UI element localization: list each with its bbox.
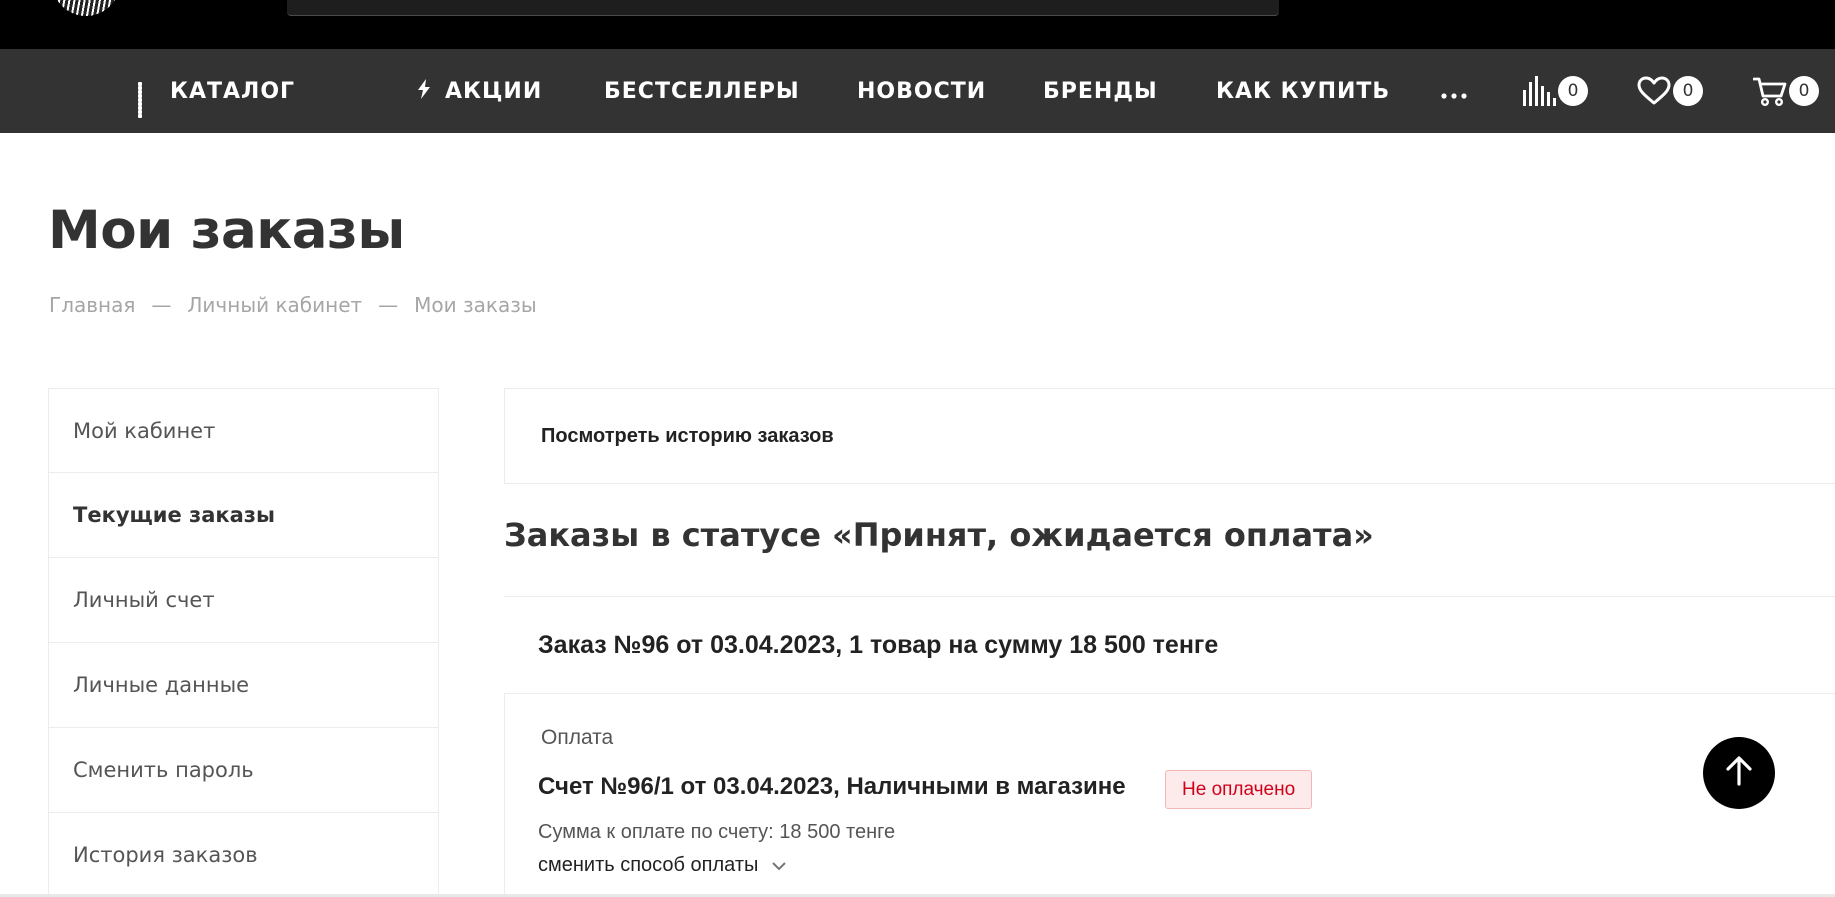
scroll-to-top-button[interactable] — [1703, 737, 1775, 809]
breadcrumb-separator: — — [378, 293, 399, 317]
payment-sum: Сумма к оплате по счету: 18 500 тенге — [538, 821, 896, 843]
nav-item-label: БРЕНДЫ — [1043, 78, 1158, 104]
main-navigation: КАТАЛОГ АКЦИИ БЕСТСЕЛЛЕРЫ НОВОСТИ БРЕНДЫ… — [0, 49, 1835, 133]
more-dots-icon — [1441, 76, 1467, 106]
order-status-heading: Заказы в статусе «Принят, ожидается опла… — [504, 516, 1374, 554]
arrow-up-icon — [1726, 755, 1752, 791]
change-payment-method-link[interactable]: сменить способ оплаты — [538, 854, 787, 877]
breadcrumb-account[interactable]: Личный кабинет — [187, 293, 362, 317]
nav-item-label: КАК КУПИТЬ — [1216, 78, 1391, 104]
page-title: Мои заказы — [48, 200, 405, 261]
breadcrumb-current: Мои заказы — [414, 293, 537, 317]
breadcrumb: Главная — Личный кабинет — Мои заказы — [49, 293, 537, 317]
sidebar-item-order-history[interactable]: История заказов — [48, 813, 439, 897]
chevron-down-icon — [772, 854, 787, 877]
nav-item-label: НОВОСТИ — [857, 78, 987, 104]
top-header-bar — [0, 0, 1835, 49]
order-history-panel: Посмотреть историю заказов — [504, 388, 1835, 484]
sidebar-item-my-account[interactable]: Мой кабинет — [48, 388, 439, 473]
sidebar-item-current-orders[interactable]: Текущие заказы — [48, 473, 439, 558]
grid-icon — [138, 82, 156, 118]
view-order-history-link[interactable]: Посмотреть историю заказов — [541, 425, 834, 448]
nav-item-brands[interactable]: БРЕНДЫ — [1043, 49, 1158, 133]
nav-catalog-button[interactable]: КАТАЛОГ — [138, 49, 295, 133]
cart-icon — [1753, 76, 1787, 106]
payment-label: Оплата — [541, 726, 614, 749]
sidebar-item-change-password[interactable]: Сменить пароль — [48, 728, 439, 813]
breadcrumb-home[interactable]: Главная — [49, 293, 135, 317]
sidebar-item-personal-account[interactable]: Личный счет — [48, 558, 439, 643]
nav-item-label: БЕСТСЕЛЛЕРЫ — [604, 78, 800, 104]
favorites-button[interactable]: 0 — [1637, 49, 1703, 133]
sidebar-item-personal-data[interactable]: Личные данные — [48, 643, 439, 728]
nav-more-button[interactable] — [1441, 49, 1467, 133]
lightning-icon — [417, 78, 431, 104]
favorites-count-badge: 0 — [1673, 76, 1703, 106]
logo[interactable] — [52, 0, 120, 16]
heart-icon — [1637, 76, 1671, 106]
change-payment-label: сменить способ оплаты — [538, 854, 759, 876]
breadcrumb-separator: — — [151, 293, 172, 317]
invoice-title: Счет №96/1 от 03.04.2023, Наличными в ма… — [538, 773, 1126, 800]
cart-count-badge: 0 — [1789, 76, 1819, 106]
nav-item-news[interactable]: НОВОСТИ — [857, 49, 986, 133]
cart-button[interactable]: 0 — [1753, 49, 1819, 133]
nav-catalog-label: КАТАЛОГ — [170, 78, 296, 104]
nav-item-label: АКЦИИ — [445, 78, 543, 104]
compare-bars-icon — [1522, 76, 1556, 106]
nav-item-how-to-buy[interactable]: КАК КУПИТЬ — [1216, 49, 1390, 133]
order-title: Заказ №96 от 03.04.2023, 1 товар на сумм… — [538, 630, 1219, 659]
nav-item-bestsellers[interactable]: БЕСТСЕЛЛЕРЫ — [604, 49, 800, 133]
nav-item-promotions[interactable]: АКЦИИ — [417, 49, 542, 133]
payment-section: Оплата Счет №96/1 от 03.04.2023, Наличны… — [504, 694, 1835, 897]
payment-status-badge: Не оплачено — [1165, 770, 1313, 809]
compare-button[interactable]: 0 — [1522, 49, 1588, 133]
account-sidebar: Мой кабинет Текущие заказы Личный счет Л… — [48, 388, 439, 897]
search-bar[interactable] — [287, 0, 1279, 16]
compare-count-badge: 0 — [1558, 76, 1588, 106]
order-header[interactable]: Заказ №96 от 03.04.2023, 1 товар на сумм… — [504, 596, 1835, 694]
